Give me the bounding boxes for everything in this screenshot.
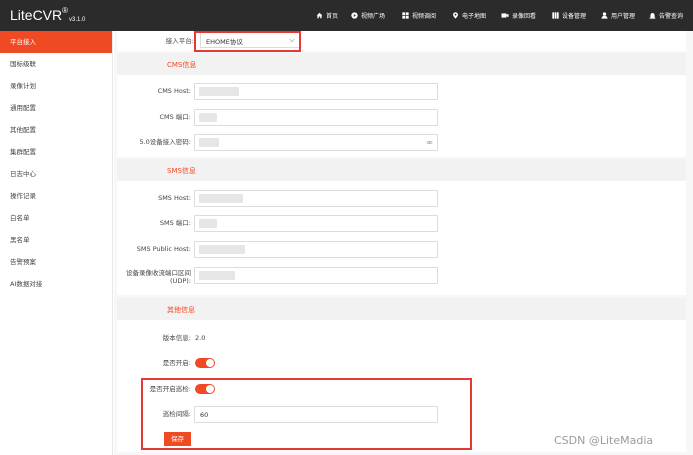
video-grid-icon xyxy=(402,12,409,19)
sms-public-host-input[interactable] xyxy=(194,241,438,258)
save-button[interactable]: 保存 xyxy=(164,432,191,446)
cms-port-label: CMS 端口: xyxy=(159,113,191,121)
cms-port-input[interactable] xyxy=(194,109,438,126)
alarm-icon xyxy=(649,13,656,19)
sidebar-item-general-config[interactable]: 通用配置 xyxy=(0,97,112,119)
sidebar-item-cluster-config[interactable]: 集群配置 xyxy=(0,141,112,163)
cms-host-label: CMS Host: xyxy=(157,87,191,95)
logo-version: v3.1.0 xyxy=(69,17,86,23)
logo-text: LiteCVR xyxy=(10,7,63,23)
version-value: 2.0 xyxy=(195,334,206,342)
nav-item-label: 设备管理 xyxy=(562,13,587,20)
redacted-value xyxy=(199,194,243,203)
udp-port-range-label: 设备录像收流端口区间 (UDP): xyxy=(117,269,191,285)
other-section-header: 其他信息 xyxy=(117,298,686,320)
user-icon xyxy=(601,12,608,19)
sidebar-item-log-center[interactable]: 日志中心 xyxy=(0,163,112,185)
platform-label: 接入平台: xyxy=(165,37,194,45)
udp-port-range-label-line1: 设备录像收流端口区间 xyxy=(126,269,191,277)
nav-item-user-management[interactable]: 用户管理 xyxy=(601,0,635,31)
sms-section-header: SMS信息 xyxy=(117,159,686,181)
redacted-value xyxy=(199,87,239,96)
cms-section-header: CMS信息 xyxy=(117,53,686,75)
map-pin-icon xyxy=(453,12,458,19)
sidebar-item-other-config[interactable]: 其他配置 xyxy=(0,119,112,141)
patrol-interval-label: 巡检间隔: xyxy=(162,410,191,418)
main-content: 接入平台: EHOME协议 CMS信息 CMS Host: CMS 端口: 5.… xyxy=(114,31,693,455)
nav-item-label: 电子地图 xyxy=(462,13,487,20)
sms-public-host-label: SMS Public Host: xyxy=(136,245,191,253)
nav-item-label: 首页 xyxy=(326,13,339,20)
nav-item-alarm-query[interactable]: 告警查询 xyxy=(649,0,683,31)
play-circle-icon xyxy=(351,12,358,19)
nav-item-label: 视频调阅 xyxy=(412,13,437,20)
enabled-label: 是否开启: xyxy=(162,359,191,367)
nav-item-home[interactable]: 首页 xyxy=(316,0,338,31)
redacted-value xyxy=(199,138,219,147)
redacted-value xyxy=(199,113,217,122)
sms-host-input[interactable] xyxy=(194,190,438,207)
sidebar-item-whitelist[interactable]: 白名单 xyxy=(0,207,112,229)
nav-item-device-management[interactable]: 设备管理 xyxy=(552,0,586,31)
cms-password-label: 5.0设备接入密码: xyxy=(139,138,191,146)
cms-section-title: CMS信息 xyxy=(167,61,197,69)
sms-port-label: SMS 端口: xyxy=(159,219,191,227)
sidebar-item-operation-records[interactable]: 操作记录 xyxy=(0,185,112,207)
sms-port-input[interactable] xyxy=(194,215,438,232)
nav-item-video-access[interactable]: 视频调阅 xyxy=(402,0,436,31)
sidebar-item-national-cascade[interactable]: 国标级联 xyxy=(0,53,112,75)
redacted-value xyxy=(199,271,235,280)
cms-host-input[interactable] xyxy=(194,83,438,100)
patrol-interval-value: 60 xyxy=(200,411,209,419)
device-grid-icon xyxy=(552,12,559,19)
patrol-interval-input[interactable]: 60 xyxy=(194,406,438,423)
enabled-toggle[interactable] xyxy=(195,358,215,368)
version-label: 版本信息: xyxy=(162,334,191,342)
udp-port-range-input[interactable] xyxy=(194,267,438,284)
patrol-label: 是否开启巡检: xyxy=(149,385,191,393)
toggle-knob xyxy=(206,359,214,367)
toggle-knob xyxy=(206,385,214,393)
watermark: CSDN @LiteMadia xyxy=(554,434,654,447)
nav-item-playback[interactable]: 录像回看 xyxy=(501,0,536,31)
nav-item-label: 录像回看 xyxy=(512,13,537,20)
app-logo[interactable]: LiteCVR®v3.1.0 xyxy=(10,6,86,23)
nav-item-label: 告警查询 xyxy=(659,13,684,20)
sidebar-item-alarm-plan[interactable]: 告警预案 xyxy=(0,251,112,273)
udp-port-range-label-line2: (UDP): xyxy=(170,277,191,285)
logo-registered-mark: ® xyxy=(62,6,69,15)
sidebar: 平台接入 国标级联 录像计划 通用配置 其他配置 集群配置 日志中心 操作记录 … xyxy=(0,31,113,455)
nav-item-label: 用户管理 xyxy=(611,13,636,20)
home-icon xyxy=(316,12,323,19)
nav-item-video-plaza[interactable]: 视频广场 xyxy=(351,0,385,31)
other-section-title: 其他信息 xyxy=(167,306,195,314)
redacted-value xyxy=(199,219,217,228)
sidebar-item-platform-access[interactable]: 平台接入 xyxy=(0,31,112,53)
sidebar-item-recording-plan[interactable]: 录像计划 xyxy=(0,75,112,97)
platform-highlight-frame xyxy=(194,31,301,52)
sms-section-title: SMS信息 xyxy=(167,167,196,175)
eye-icon[interactable] xyxy=(426,139,433,146)
patrol-toggle[interactable] xyxy=(195,384,215,394)
camera-icon xyxy=(501,13,509,18)
redacted-value xyxy=(199,245,245,254)
sidebar-item-ai-data[interactable]: AI数据对接 xyxy=(0,273,112,295)
nav-item-e-map[interactable]: 电子地图 xyxy=(452,0,486,31)
sidebar-item-blacklist[interactable]: 黑名单 xyxy=(0,229,112,251)
sms-host-label: SMS Host: xyxy=(158,194,191,202)
top-navigation-bar: LiteCVR®v3.1.0 首页 视频广场 视频调阅 电子地图 录像回看 设备… xyxy=(0,0,693,31)
cms-password-input[interactable] xyxy=(194,134,438,151)
nav-item-label: 视频广场 xyxy=(361,13,386,20)
